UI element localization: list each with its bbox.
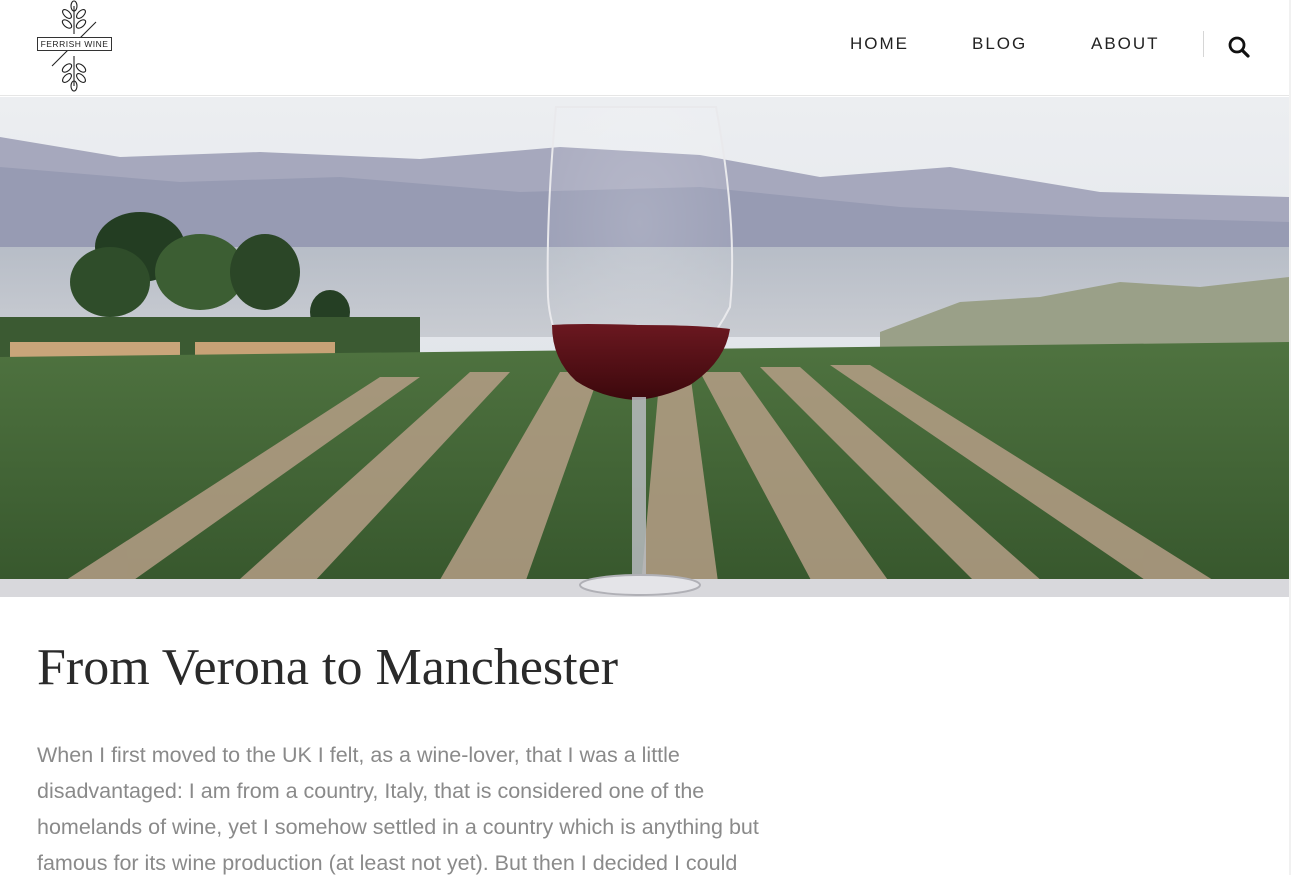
logo-text: FERRISH WINE xyxy=(37,37,112,51)
article-body-line: When I first moved to the UK I felt, as … xyxy=(37,743,680,767)
nav-link-blog[interactable]: BLOG xyxy=(972,34,1027,54)
site-logo[interactable]: FERRISH WINE xyxy=(34,0,116,92)
article-body-line: disadvantaged: I am from a country, Ital… xyxy=(37,779,705,803)
search-button[interactable] xyxy=(1227,35,1251,59)
nav-link-home[interactable]: HOME xyxy=(850,34,909,54)
nav-divider xyxy=(1203,31,1204,57)
site-header: FERRISH WINE HOME BLOG ABOUT xyxy=(0,0,1291,96)
article-body-line: famous for its wine production (at least… xyxy=(37,851,738,875)
article-body: When I first moved to the UK I felt, as … xyxy=(37,737,817,875)
article-body-line: homelands of wine, yet I somehow settled… xyxy=(37,815,759,839)
article-title: From Verona to Manchester xyxy=(37,639,619,696)
nav-link-about[interactable]: ABOUT xyxy=(1091,34,1160,54)
wine-glass-vineyard-photo xyxy=(0,97,1289,597)
hero-image xyxy=(0,97,1289,597)
search-icon xyxy=(1228,36,1250,58)
